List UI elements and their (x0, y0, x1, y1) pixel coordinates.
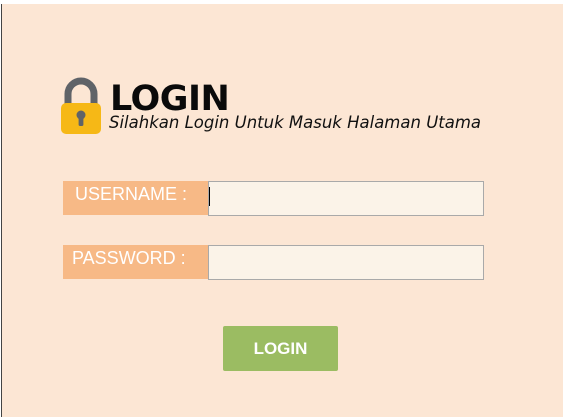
username-row: USERNAME : (63, 181, 484, 216)
page-subtitle: Silahkan Login Untuk Masuk Halaman Utama (109, 113, 482, 132)
login-panel: LOGIN Silahkan Login Untuk Masuk Halaman… (1, 4, 563, 417)
text-cursor (209, 187, 210, 206)
username-label: USERNAME : (63, 181, 208, 215)
password-row: PASSWORD : (63, 245, 484, 280)
password-input[interactable] (208, 245, 484, 280)
username-input[interactable] (208, 181, 484, 216)
password-label: PASSWORD : (63, 245, 208, 279)
padlock-icon (61, 77, 101, 134)
login-button[interactable]: LOGIN (223, 326, 338, 371)
